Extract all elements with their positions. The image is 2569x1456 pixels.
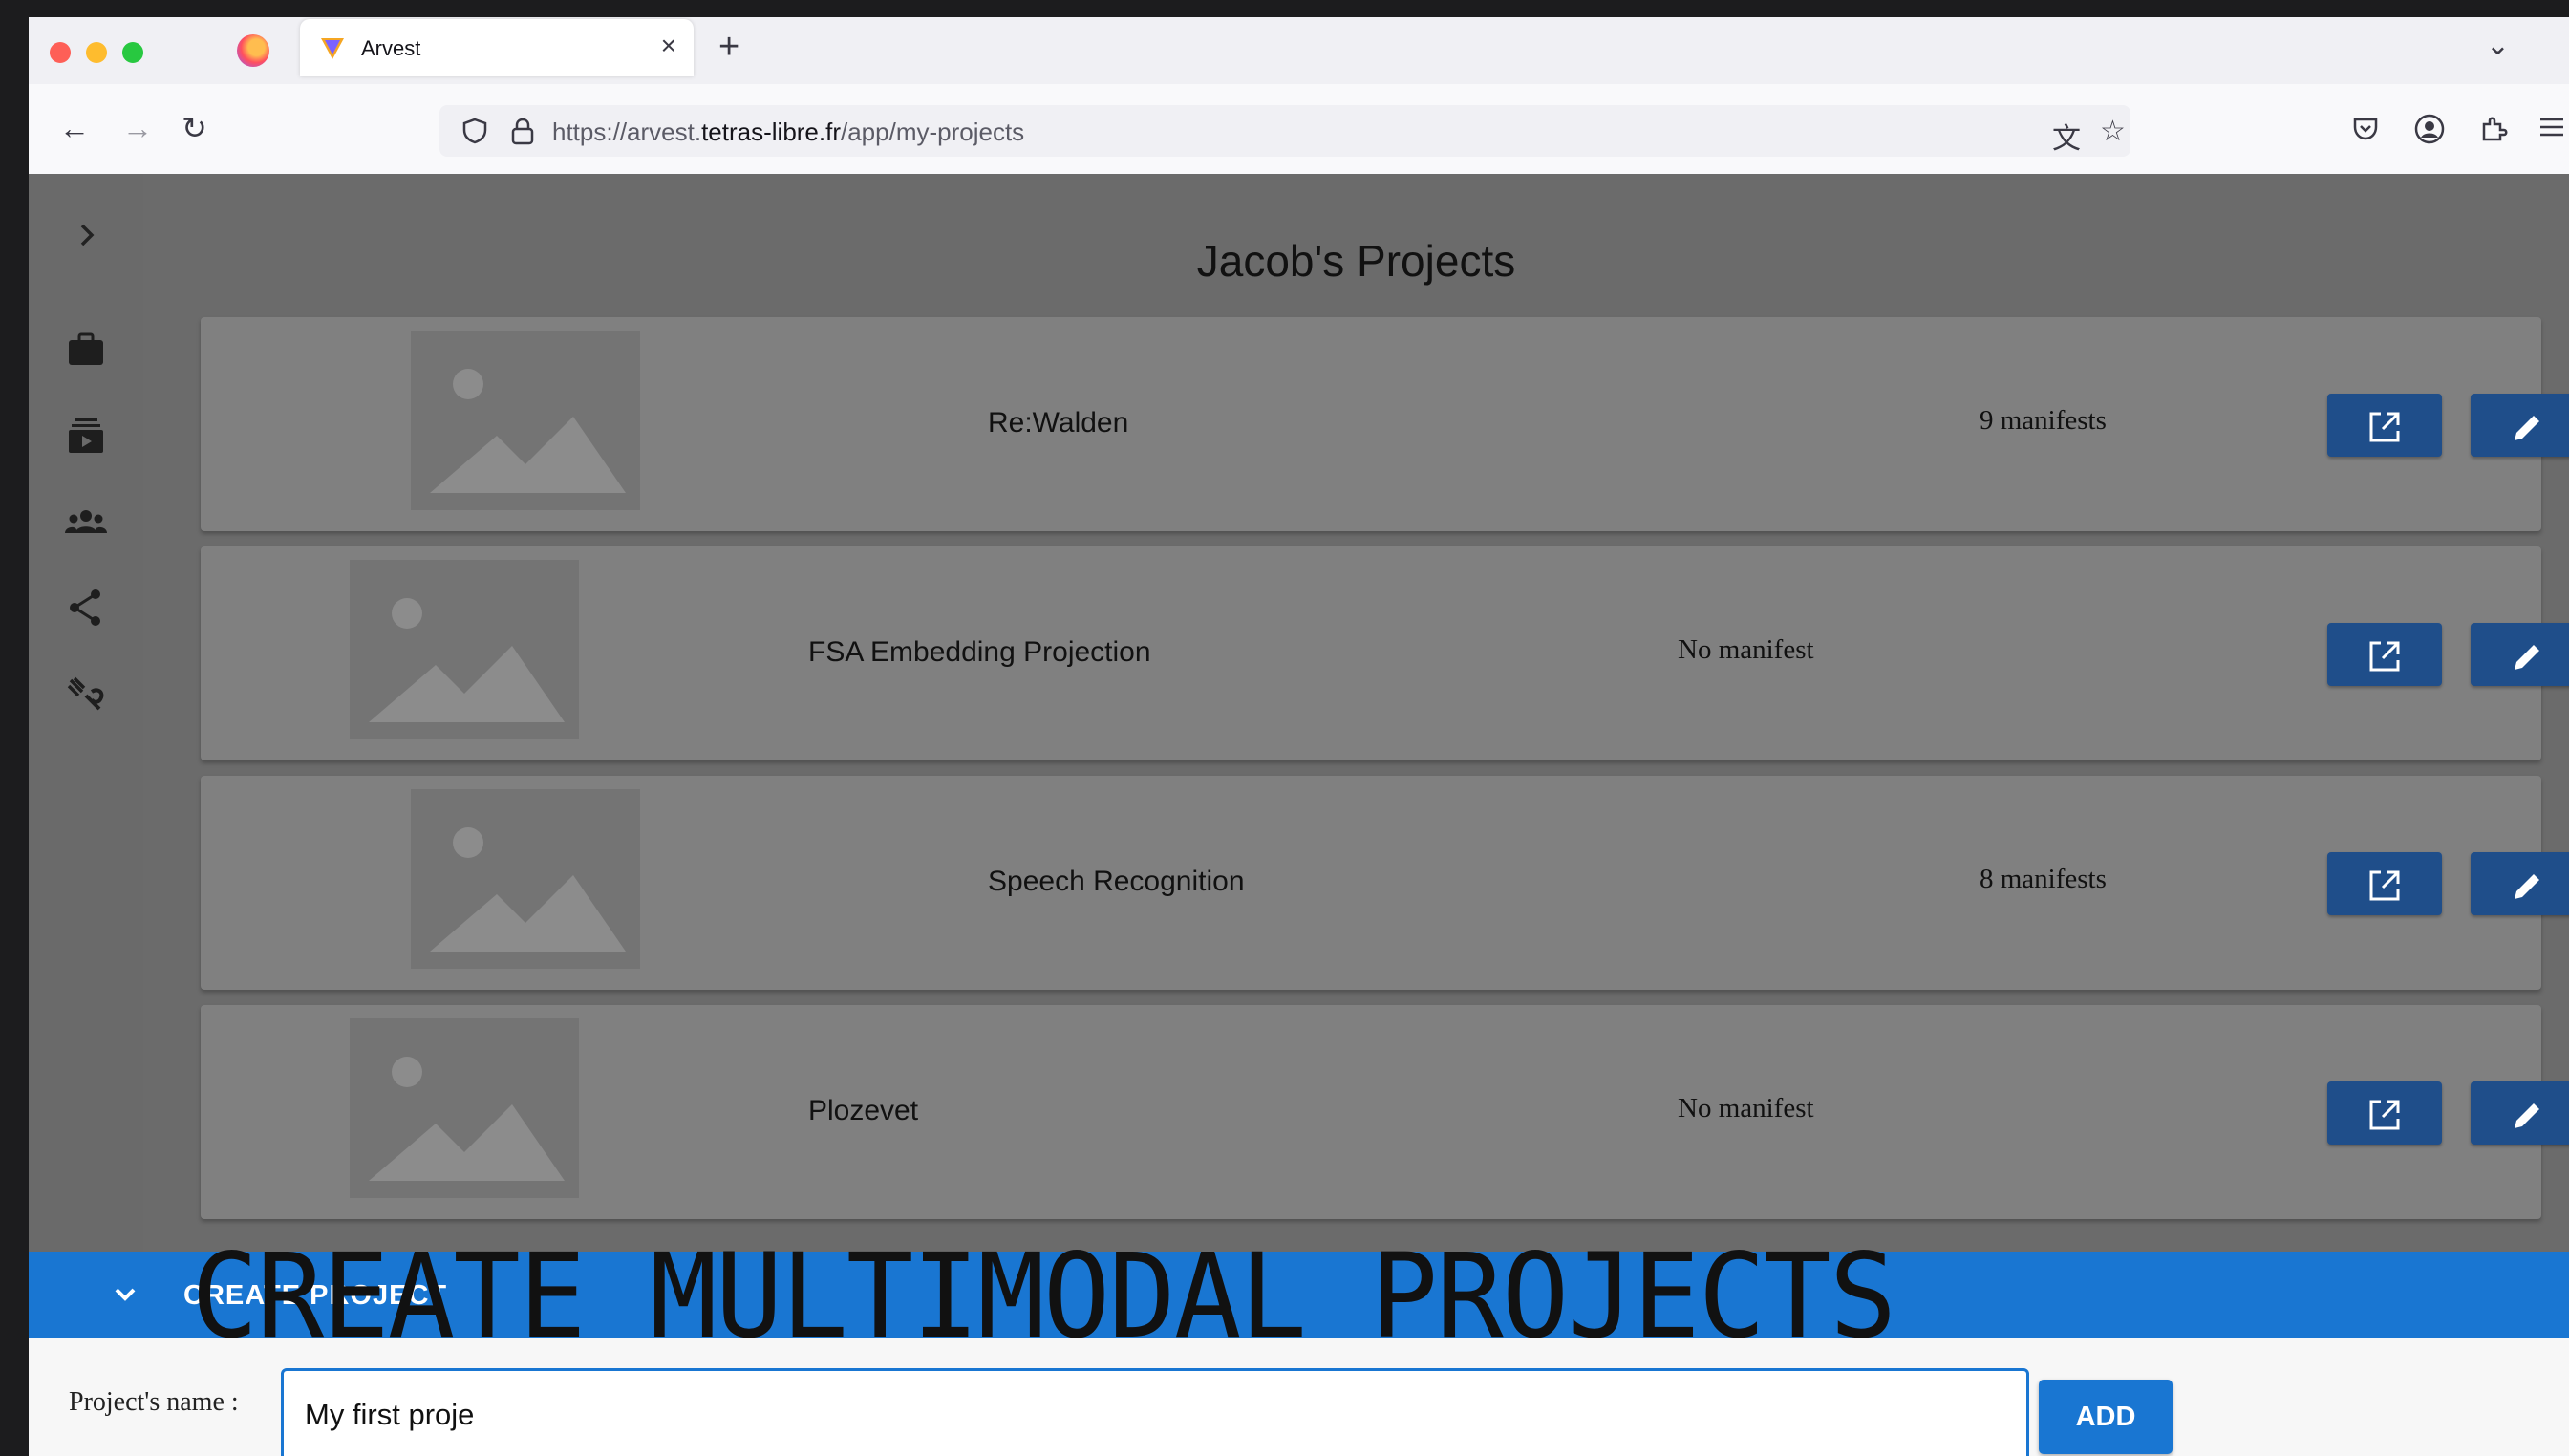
- project-card: Speech Recognition 8 manifests: [201, 776, 2569, 990]
- bookmark-star-icon[interactable]: ☆: [2100, 115, 2126, 148]
- open-in-new-icon: [2369, 412, 2400, 442]
- edit-project-button[interactable]: [2471, 623, 2569, 686]
- lock-icon[interactable]: [510, 117, 535, 145]
- edit-project-button[interactable]: [2471, 852, 2569, 915]
- chevron-right-icon[interactable]: [63, 212, 109, 258]
- chevron-down-icon[interactable]: ⌄: [2486, 29, 2510, 62]
- project-name-label: Project's name :: [69, 1387, 239, 1417]
- project-name: Speech Recognition: [988, 866, 1245, 897]
- manifest-count: No manifest: [1678, 634, 1814, 665]
- chevron-down-icon[interactable]: [111, 1280, 139, 1309]
- image-placeholder-icon: [411, 789, 640, 969]
- manifest-count: 9 manifests: [1980, 405, 2107, 436]
- project-name: Plozevet: [808, 1095, 919, 1126]
- tab-bar: Arvest × + ⌄: [29, 17, 2569, 84]
- project-name-input[interactable]: [281, 1368, 2029, 1456]
- arvest-logo-icon: [321, 38, 344, 59]
- open-project-button[interactable]: [2327, 1081, 2442, 1145]
- pencil-icon: [2515, 416, 2539, 440]
- projects-panel: Jacob's Projects Re:Walden 9 manifests F…: [143, 174, 2569, 1252]
- overlay-caption: CREATE MULTIMODAL PROJECTS: [191, 1229, 1896, 1364]
- menu-icon[interactable]: [2537, 113, 2566, 141]
- extensions-icon[interactable]: [2478, 113, 2509, 143]
- project-card: Re:Walden 9 manifests: [201, 317, 2569, 531]
- open-project-button[interactable]: [2327, 852, 2442, 915]
- navigation-bar: ← → ↻ https://arvest.tetras-libre.fr/app…: [29, 84, 2569, 176]
- translate-icon[interactable]: 文: [2052, 115, 2081, 157]
- url-bar[interactable]: https://arvest.tetras-libre.fr/app/my-pr…: [439, 105, 2130, 157]
- edit-project-button[interactable]: [2471, 1081, 2569, 1145]
- sidebar: [29, 174, 145, 1252]
- open-in-new-icon: [2369, 1100, 2400, 1130]
- firefox-view-icon[interactable]: [237, 34, 269, 67]
- project-name: Re:Walden: [988, 407, 1129, 439]
- project-card: Plozevet No manifest: [201, 1005, 2569, 1219]
- tab-title: Arvest: [361, 36, 421, 60]
- forward-button[interactable]: →: [122, 113, 153, 143]
- close-tab-icon[interactable]: ×: [661, 31, 676, 61]
- add-button[interactable]: ADD: [2039, 1380, 2173, 1454]
- close-window-button[interactable]: [50, 42, 71, 63]
- pencil-icon: [2515, 1103, 2539, 1128]
- project-card: FSA Embedding Projection No manifest: [201, 546, 2569, 760]
- url-text[interactable]: https://arvest.tetras-libre.fr/app/my-pr…: [552, 118, 1024, 147]
- back-button[interactable]: ←: [59, 113, 90, 143]
- open-in-new-icon: [2369, 870, 2400, 901]
- pocket-icon[interactable]: [2350, 113, 2381, 143]
- briefcase-icon[interactable]: [63, 327, 109, 373]
- account-icon[interactable]: [2413, 113, 2446, 145]
- edit-project-button[interactable]: [2471, 394, 2569, 457]
- minimize-window-button[interactable]: [86, 42, 107, 63]
- open-project-button[interactable]: [2327, 623, 2442, 686]
- image-placeholder-icon: [350, 1018, 579, 1198]
- shield-icon[interactable]: [460, 117, 489, 145]
- pencil-icon: [2515, 645, 2539, 670]
- image-placeholder-icon: [411, 331, 640, 510]
- page-title: Jacob's Projects: [1196, 236, 1516, 286]
- browser-tab[interactable]: Arvest ×: [300, 19, 694, 76]
- image-placeholder-icon: [350, 560, 579, 739]
- manifest-count: No manifest: [1678, 1093, 1814, 1124]
- group-icon[interactable]: [63, 499, 109, 545]
- tools-icon[interactable]: [63, 671, 109, 717]
- new-tab-button[interactable]: +: [718, 27, 739, 68]
- manifest-count: 8 manifests: [1980, 864, 2107, 894]
- share-icon[interactable]: [63, 585, 109, 631]
- maximize-window-button[interactable]: [122, 42, 143, 63]
- open-in-new-icon: [2369, 641, 2400, 672]
- media-library-icon[interactable]: [63, 413, 109, 459]
- project-name: FSA Embedding Projection: [808, 636, 1151, 668]
- pencil-icon: [2515, 874, 2539, 899]
- open-project-button[interactable]: [2327, 394, 2442, 457]
- reload-button[interactable]: ↻: [182, 113, 207, 143]
